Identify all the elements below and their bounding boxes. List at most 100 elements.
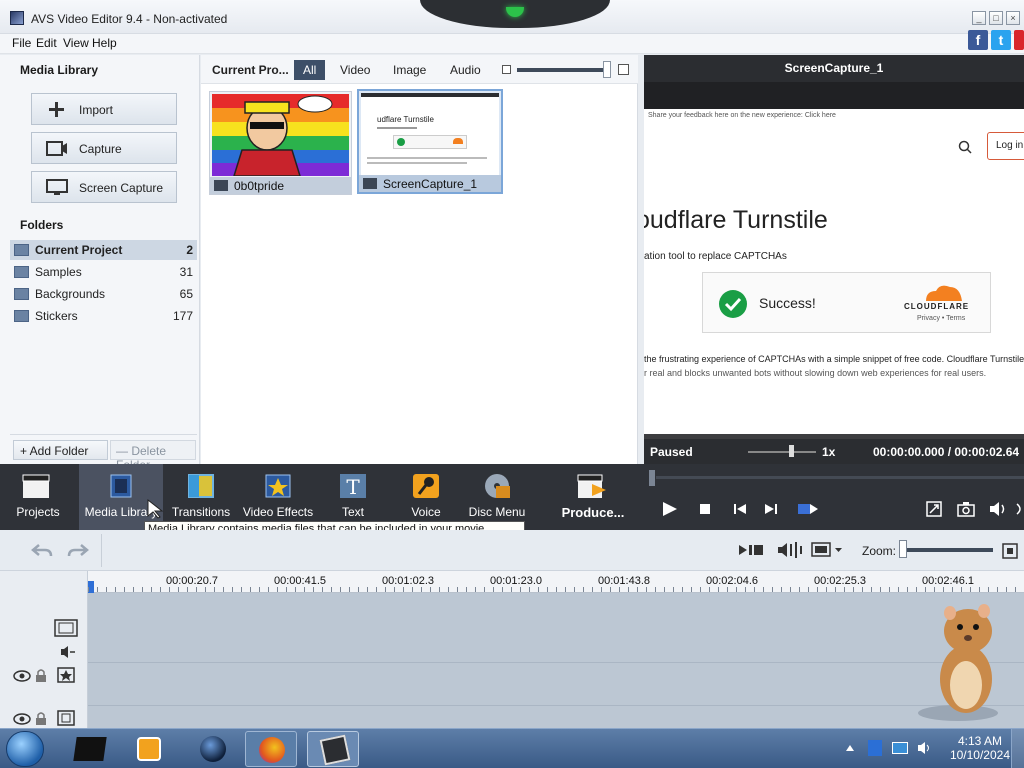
volume-icon[interactable] xyxy=(989,501,1009,517)
svg-text:T: T xyxy=(346,475,360,499)
transitions-icon xyxy=(188,474,214,498)
taskbar-app-globe[interactable] xyxy=(187,731,239,767)
timeline-zoom-knob[interactable] xyxy=(899,540,907,558)
title-bar: AVS Video Editor 9.4 - Non-activated _ □… xyxy=(0,0,1024,34)
taskbar-app-media-player[interactable] xyxy=(124,731,176,767)
add-folder-button[interactable]: + Add Folder xyxy=(13,440,108,460)
menu-bar: File Edit View Help xyxy=(0,34,1024,54)
menu-help[interactable]: Help xyxy=(92,36,117,50)
playback-position-marker[interactable] xyxy=(649,470,655,486)
monitor-icon xyxy=(46,179,68,195)
timeline-zoom-slider[interactable] xyxy=(903,548,993,552)
image-file-icon xyxy=(214,180,228,191)
timeline-ruler[interactable]: 00:00:20.7 00:00:41.5 00:01:02.3 00:01:2… xyxy=(88,571,1024,593)
stop-icon[interactable] xyxy=(699,503,711,515)
projects-button[interactable]: Projects xyxy=(10,464,66,530)
overlay-track-icon xyxy=(57,710,75,726)
undo-icon[interactable] xyxy=(31,542,53,558)
capture-button[interactable]: Capture xyxy=(31,132,177,164)
speed-slider-knob[interactable] xyxy=(789,445,794,457)
taskbar-app-avs-video-editor[interactable] xyxy=(307,731,359,767)
track-headers xyxy=(0,571,88,728)
show-desktop-button[interactable] xyxy=(1011,729,1024,768)
thumbnail-size-knob[interactable] xyxy=(603,61,611,78)
folder-name: Stickers xyxy=(35,309,78,323)
screen-capture-button[interactable]: Screen Capture xyxy=(31,171,177,203)
produce-button[interactable]: Produce... xyxy=(556,464,630,530)
split-icon[interactable] xyxy=(796,502,820,516)
media-item-screencapture[interactable]: udflare Turnstile ScreenCapture_1 xyxy=(357,89,503,194)
trim-icon[interactable] xyxy=(738,543,764,557)
menu-edit[interactable]: Edit xyxy=(36,36,57,50)
eye-icon[interactable] xyxy=(13,670,31,682)
playback-time: 00:00:00.000 / 00:00:02.64 xyxy=(873,445,1020,459)
taskbar: 4:13 AM 10/10/2024 xyxy=(0,728,1024,768)
next-frame-icon[interactable] xyxy=(764,502,778,516)
star-effects-icon xyxy=(265,474,291,498)
tab-all[interactable]: All xyxy=(294,60,326,80)
media-thumbnail xyxy=(212,94,349,176)
folder-icon xyxy=(14,288,29,300)
fit-timeline-icon[interactable] xyxy=(1002,543,1018,559)
tray-shield-icon[interactable] xyxy=(868,740,882,756)
success-text: Success! xyxy=(759,295,816,311)
playback-progress-bar[interactable] xyxy=(656,476,1024,479)
delete-folder-button[interactable]: — Delete Folder xyxy=(110,440,196,472)
tab-image[interactable]: Image xyxy=(387,60,432,80)
maximize-button[interactable]: □ xyxy=(989,11,1003,25)
redo-icon[interactable] xyxy=(67,542,89,558)
tray-network-icon[interactable] xyxy=(892,742,908,754)
zoom-large-icon[interactable] xyxy=(618,64,629,75)
minimize-button[interactable]: _ xyxy=(972,11,986,25)
thumbnail-size-slider[interactable] xyxy=(517,68,609,72)
preview-panel: ScreenCapture_1 Share your feedback here… xyxy=(644,55,1024,464)
previous-frame-icon[interactable] xyxy=(733,502,747,516)
speed-slider[interactable] xyxy=(748,451,816,453)
youtube-icon[interactable] xyxy=(1014,30,1024,50)
media-item-0b0tpride[interactable]: 0b0tpride xyxy=(209,91,352,195)
start-button[interactable] xyxy=(6,731,44,767)
folder-stickers[interactable]: Stickers 177 xyxy=(10,306,197,326)
folder-samples[interactable]: Samples 31 xyxy=(10,262,197,282)
taskbar-app-firefox[interactable] xyxy=(245,731,297,767)
playback-speed: 1x xyxy=(822,445,836,459)
produce-clapper-icon xyxy=(577,474,606,498)
import-button[interactable]: Import xyxy=(31,93,177,125)
close-button[interactable]: × xyxy=(1006,11,1020,25)
taskbar-app-terminal[interactable] xyxy=(64,731,116,767)
app-icon xyxy=(10,11,24,25)
projects-label: Projects xyxy=(16,505,60,519)
privacy-terms: Privacy • Terms xyxy=(917,315,966,322)
lock-icon[interactable] xyxy=(34,711,48,726)
preview-body-line1: the frustrating experience of CAPTCHAs w… xyxy=(644,354,1024,364)
lock-icon[interactable] xyxy=(34,668,48,683)
snapshot-icon[interactable] xyxy=(957,501,975,517)
storyboard-view-icon[interactable] xyxy=(811,542,843,558)
zoom-small-icon[interactable] xyxy=(502,65,511,74)
video-effects-label: Video Effects xyxy=(242,505,314,519)
clock[interactable]: 4:13 AM 10/10/2024 xyxy=(950,734,1010,762)
cloudflare-logo-icon xyxy=(926,285,962,301)
folder-name: Samples xyxy=(35,265,82,279)
timeline-tracks[interactable] xyxy=(88,593,1024,728)
more-icon[interactable] xyxy=(1016,501,1024,517)
tab-video[interactable]: Video xyxy=(334,60,376,80)
audio-track-mute-icon[interactable] xyxy=(60,645,76,659)
preview-page: Log in oudflare Turnstile ation tool to … xyxy=(644,122,1024,434)
play-icon[interactable] xyxy=(661,501,679,517)
capture-label: Capture xyxy=(79,142,122,156)
audio-settings-icon[interactable] xyxy=(777,541,803,559)
menu-file[interactable]: File xyxy=(12,36,31,50)
folder-backgrounds[interactable]: Backgrounds 65 xyxy=(10,284,197,304)
menu-view[interactable]: View xyxy=(63,36,89,50)
eye-icon[interactable] xyxy=(13,713,31,725)
tray-volume-icon[interactable] xyxy=(917,741,933,755)
tab-audio[interactable]: Audio xyxy=(444,60,487,80)
facebook-icon[interactable]: f xyxy=(968,30,988,50)
fullscreen-icon[interactable] xyxy=(926,501,942,517)
tray-expand-icon[interactable] xyxy=(845,744,855,752)
twitter-icon[interactable]: t xyxy=(991,30,1011,50)
preview-subheading: ation tool to replace CAPTCHAs xyxy=(644,251,787,262)
folder-current-project[interactable]: Current Project 2 xyxy=(10,240,197,260)
preview-screen[interactable]: Share your feedback here on the new expe… xyxy=(644,82,1024,434)
